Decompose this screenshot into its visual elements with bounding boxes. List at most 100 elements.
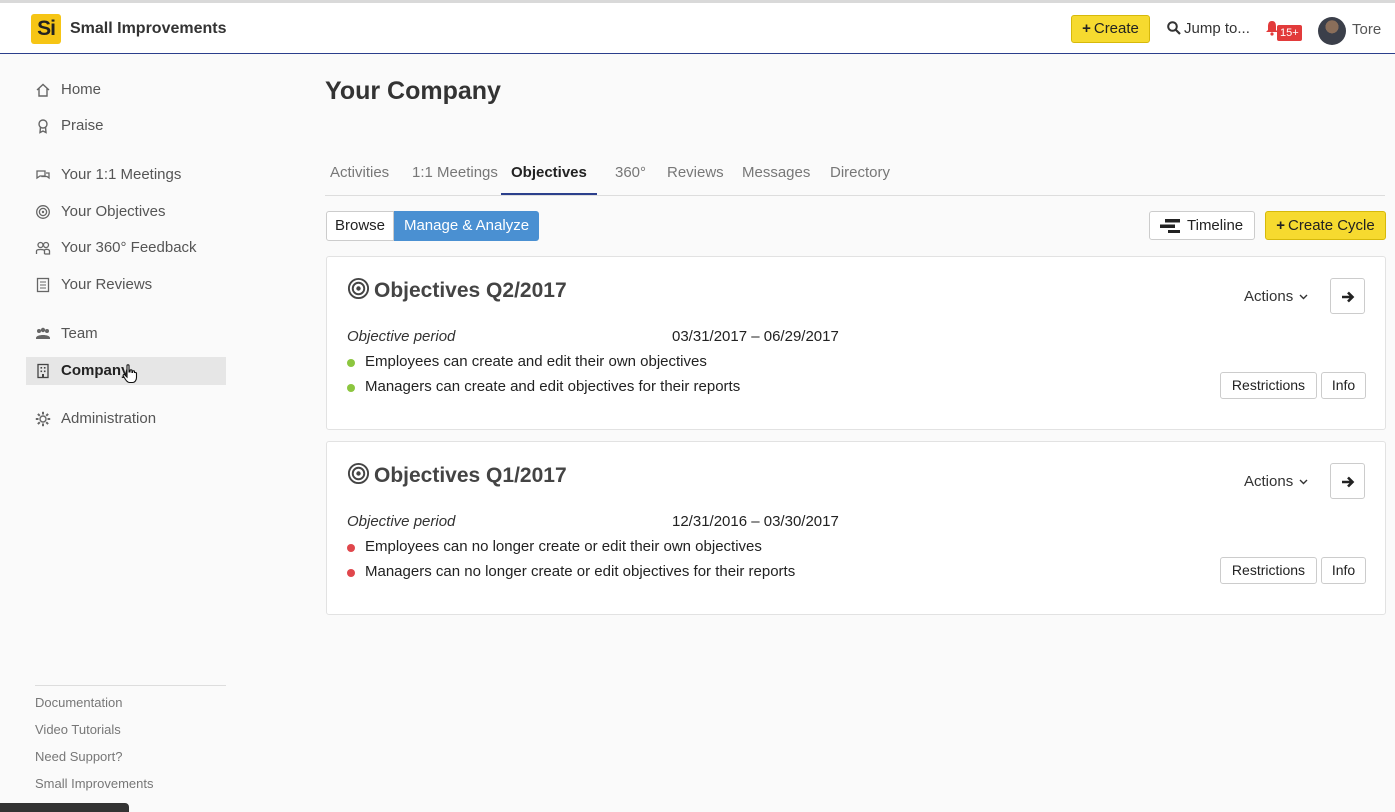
page-title: Your Company xyxy=(325,77,501,105)
sidebar-item-team[interactable]: Team xyxy=(26,320,226,348)
sidebar-item-administration[interactable]: Administration xyxy=(26,405,226,433)
tab-messages[interactable]: Messages xyxy=(742,155,810,195)
sidebar-item-label: Praise xyxy=(61,117,104,134)
footer-link-video-tutorials[interactable]: Video Tutorials xyxy=(35,721,226,748)
brand-name[interactable]: Small Improvements xyxy=(70,20,227,38)
actions-label: Actions xyxy=(1244,288,1294,305)
actions-label: Actions xyxy=(1244,473,1294,490)
ribbon-icon xyxy=(38,119,48,134)
user-avatar[interactable] xyxy=(1318,17,1346,45)
footer-link-documentation[interactable]: Documentation xyxy=(35,694,226,721)
tab-reviews[interactable]: Reviews xyxy=(667,155,724,195)
chevron-down-icon xyxy=(1299,294,1308,300)
tab-meetings[interactable]: 1:1 Meetings xyxy=(412,155,498,195)
permission-rule: Employees can create and edit their own … xyxy=(347,353,707,370)
search-icon xyxy=(1167,21,1181,35)
target-icon xyxy=(36,205,50,219)
cycle-card: Objectives Q2/2017 Actions Objective per… xyxy=(326,256,1386,430)
arrow-right-icon xyxy=(1342,476,1355,488)
sidebar-item-home[interactable]: Home xyxy=(26,76,226,104)
info-button[interactable]: Info xyxy=(1321,557,1366,584)
cycle-title-text: Objectives Q1/2017 xyxy=(374,464,567,487)
sidebar-item-label: Your Reviews xyxy=(61,276,153,293)
browse-button[interactable]: Browse xyxy=(326,211,394,241)
tab-360[interactable]: 360° xyxy=(615,155,646,195)
chevron-down-icon xyxy=(1299,479,1308,485)
info-button[interactable]: Info xyxy=(1321,372,1366,399)
document-icon xyxy=(36,277,50,293)
home-icon xyxy=(36,83,50,97)
jump-to-search[interactable]: Jump to... xyxy=(1167,20,1250,37)
open-cycle-button[interactable] xyxy=(1330,463,1365,499)
create-cycle-button[interactable]: + Create Cycle xyxy=(1265,211,1386,240)
sidebar-item-praise[interactable]: Praise xyxy=(26,112,226,140)
timeline-label: Timeline xyxy=(1187,217,1244,234)
chat-icon xyxy=(36,170,50,180)
sidebar: Home Praise Your 1:1 Meetings Your Objec… xyxy=(0,55,250,812)
cycle-card: Objectives Q1/2017 Actions Objective per… xyxy=(326,441,1386,615)
team-icon xyxy=(36,327,50,339)
create-button[interactable]: + Create xyxy=(1071,15,1150,43)
building-icon xyxy=(37,363,49,379)
sidebar-footer: Documentation Video Tutorials Need Suppo… xyxy=(35,685,226,802)
sidebar-item-label: Team xyxy=(61,325,98,342)
restrictions-button[interactable]: Restrictions xyxy=(1220,372,1317,399)
permission-rule: Managers can create and edit objectives … xyxy=(347,378,740,395)
sidebar-item-label: Administration xyxy=(61,410,157,427)
status-dot-open xyxy=(347,384,355,392)
bottom-status-bar xyxy=(0,803,129,812)
period-label: Objective period xyxy=(347,513,456,530)
period-label: Objective period xyxy=(347,328,456,345)
target-icon xyxy=(347,277,370,300)
sidebar-item-label: Company xyxy=(61,362,130,379)
period-dates: 12/31/2016 – 03/30/2017 xyxy=(672,513,839,530)
arrow-right-icon xyxy=(1342,291,1355,303)
sidebar-item-label: Home xyxy=(61,81,102,98)
tab-activities[interactable]: Activities xyxy=(330,155,389,195)
gear-icon xyxy=(35,411,51,427)
footer-link-small-improvements[interactable]: Small Improvements xyxy=(35,775,226,802)
hand-cursor-icon xyxy=(122,364,138,384)
app-logo[interactable]: Si xyxy=(31,14,61,44)
status-dot-closed xyxy=(347,569,355,577)
sidebar-item-360-feedback[interactable]: Your 360° Feedback xyxy=(26,234,226,262)
sidebar-item-objectives[interactable]: Your Objectives xyxy=(26,198,226,226)
people-icon xyxy=(35,241,51,255)
manage-analyze-button[interactable]: Manage & Analyze xyxy=(394,211,539,241)
jump-to-label: Jump to... xyxy=(1184,20,1250,37)
rule-text: Managers can create and edit objectives … xyxy=(365,378,741,395)
rule-text: Employees can create and edit their own … xyxy=(365,353,707,370)
cycle-title[interactable]: Objectives Q2/2017 xyxy=(347,277,567,303)
create-button-label: Create xyxy=(1093,20,1139,37)
plus-icon: + xyxy=(1276,217,1286,234)
sidebar-item-reviews[interactable]: Your Reviews xyxy=(26,271,226,299)
tab-objectives[interactable]: Objectives xyxy=(501,155,597,195)
status-dot-closed xyxy=(347,544,355,552)
permission-rule: Managers can no longer create or edit ob… xyxy=(347,563,795,580)
actions-dropdown[interactable]: Actions xyxy=(1244,288,1308,305)
cycle-title-text: Objectives Q2/2017 xyxy=(374,279,567,302)
status-dot-open xyxy=(347,359,355,367)
timeline-icon xyxy=(1160,219,1180,233)
create-cycle-label: Create Cycle xyxy=(1288,217,1375,234)
timeline-button[interactable]: Timeline xyxy=(1149,211,1255,240)
permission-rule: Employees can no longer create or edit t… xyxy=(347,538,762,555)
actions-dropdown[interactable]: Actions xyxy=(1244,473,1308,490)
tab-directory[interactable]: Directory xyxy=(830,155,890,195)
restrictions-button[interactable]: Restrictions xyxy=(1220,557,1317,584)
plus-icon: + xyxy=(1082,20,1091,37)
sidebar-item-meetings[interactable]: Your 1:1 Meetings xyxy=(26,161,226,189)
target-icon xyxy=(347,462,370,485)
rule-text: Employees can no longer create or edit t… xyxy=(365,538,762,555)
sidebar-item-label: Your Objectives xyxy=(61,203,166,220)
open-cycle-button[interactable] xyxy=(1330,278,1365,314)
sidebar-item-label: Your 1:1 Meetings xyxy=(61,166,182,183)
top-header: Si Small Improvements + Create Jump to...… xyxy=(0,3,1395,54)
user-name[interactable]: Tore xyxy=(1352,21,1381,38)
rule-text: Managers can no longer create or edit ob… xyxy=(365,563,796,580)
company-tabs: Activities 1:1 Meetings Objectives 360° … xyxy=(325,155,1385,196)
cycle-title[interactable]: Objectives Q1/2017 xyxy=(347,462,567,488)
notification-badge: 15+ xyxy=(1277,25,1302,41)
footer-link-support[interactable]: Need Support? xyxy=(35,748,226,775)
sidebar-item-label: Your 360° Feedback xyxy=(61,239,197,256)
